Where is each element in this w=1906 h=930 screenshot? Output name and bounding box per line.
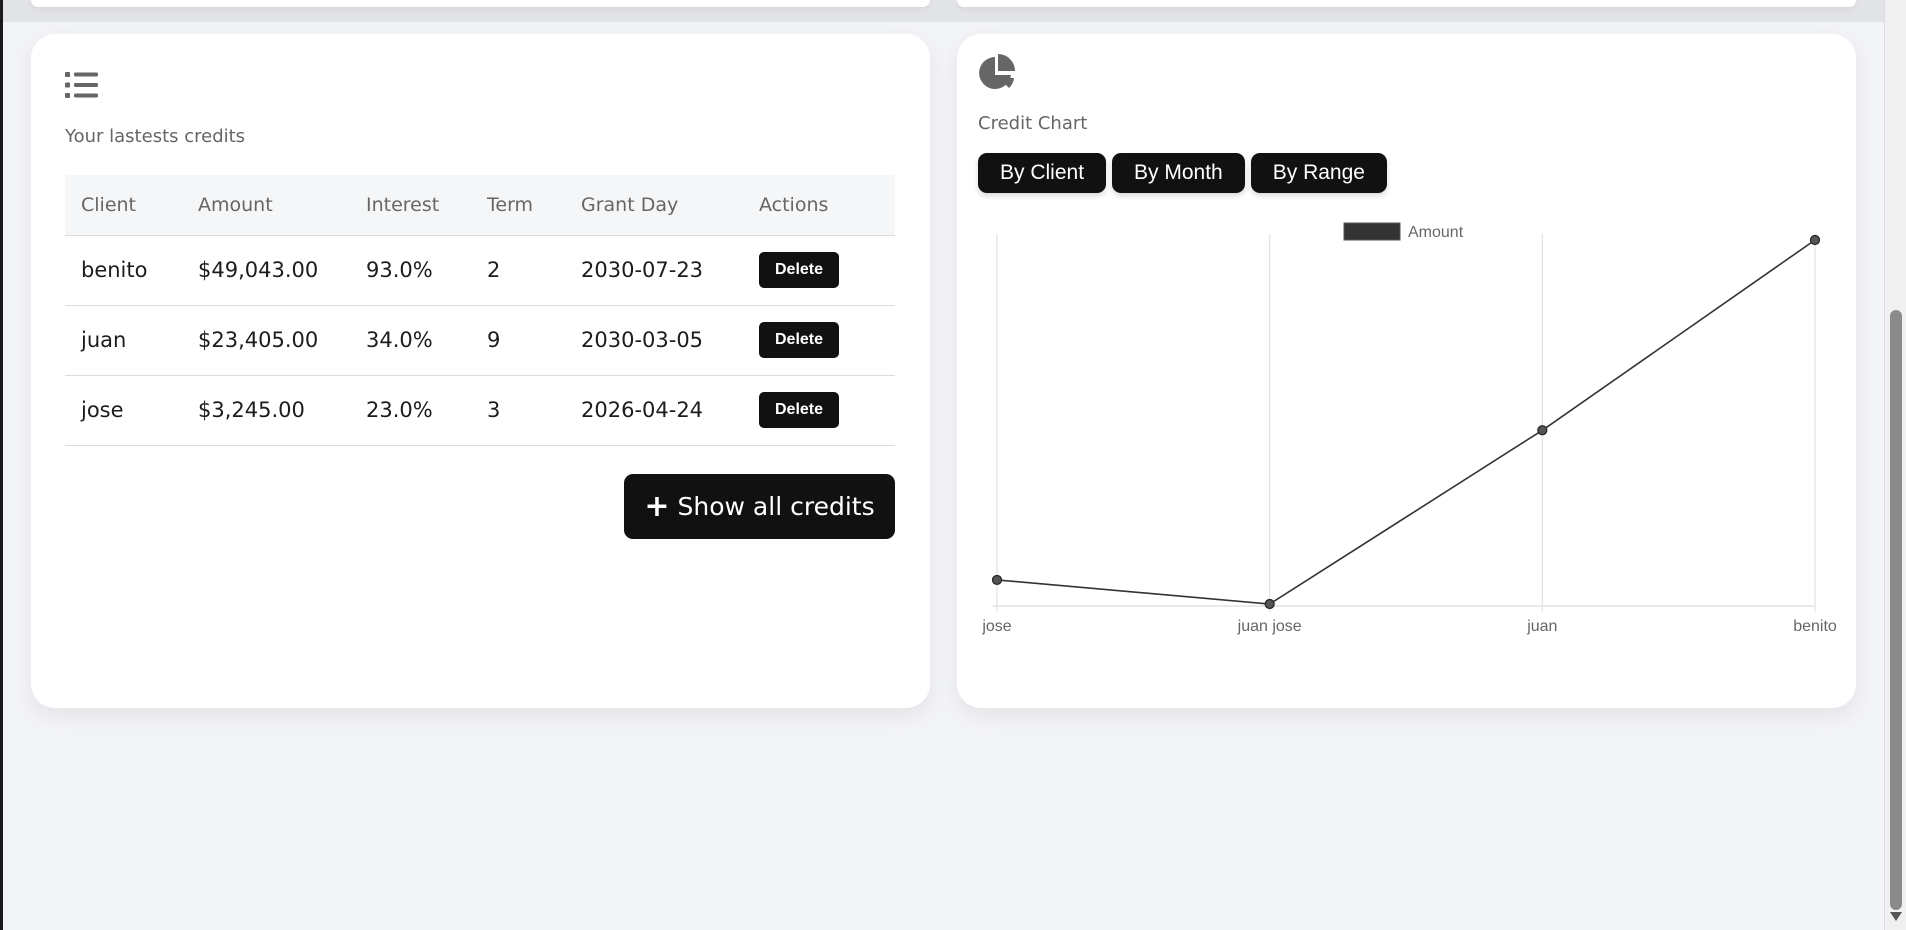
data-point [991,574,1003,586]
column-header-amount: Amount [182,175,350,236]
cell-term: 9 [471,305,565,376]
cell-actions: Delete [743,375,895,446]
data-point [1264,598,1275,610]
by-client-button[interactable]: By Client [978,153,1107,193]
chart-tab-row: By Client By Month By Range [978,153,1387,193]
plus-icon: + [644,489,670,524]
cell-actions: Delete [743,305,895,376]
cell-client: benito [65,235,182,306]
table-row: benito $49,043.00 93.0% 2 2030-07-23 Del… [65,235,895,306]
cell-amount: $3,245.00 [182,375,350,446]
scrollbar[interactable] [1884,0,1906,930]
cell-term: 2 [471,235,565,306]
window-edge [0,0,3,930]
chart-card-title: Credit Chart [978,113,1088,134]
column-header-actions: Actions [743,175,895,236]
x-tick-label: juan [1526,618,1557,635]
show-all-credits-button[interactable]: + Show all credits [624,474,895,539]
pie-chart-icon [979,54,1015,89]
table-row: jose $3,245.00 23.0% 3 2026-04-24 Delete [65,375,895,446]
list-icon [65,72,98,98]
credit-line-chart: Amount jose juan jose juan benito [981,222,1837,635]
x-tick-label: benito [1793,618,1837,635]
by-range-button[interactable]: By Range [1250,153,1387,193]
cell-grant-day: 2030-03-05 [565,305,743,376]
cell-interest: 23.0% [350,375,471,446]
cell-amount: $23,405.00 [182,305,350,376]
previous-card-right-edge [957,0,1856,7]
legend-swatch [1343,222,1401,241]
delete-button[interactable]: Delete [759,392,840,428]
cell-actions: Delete [743,235,895,306]
table-row: juan $23,405.00 34.0% 9 2030-03-05 Delet… [65,305,895,376]
series-line-amount [996,239,1816,605]
credits-card-title: Your lastests credits [65,126,246,147]
scrollbar-thumb[interactable] [1890,310,1902,910]
data-point [1537,425,1548,436]
cell-amount: $49,043.00 [182,235,350,306]
cell-client: juan [65,305,182,376]
data-point [1809,234,1821,246]
credits-table: Client Amount Interest Term Grant Day Ac… [65,175,895,446]
cell-interest: 34.0% [350,305,471,376]
cell-term: 3 [471,375,565,446]
column-header-interest: Interest [350,175,471,236]
x-tick-label: jose [981,618,1011,635]
x-tick-label: juan jose [1237,618,1302,635]
delete-button[interactable]: Delete [759,252,840,288]
previous-card-left-edge [31,0,930,7]
column-header-client: Client [65,175,182,236]
cell-client: jose [65,375,182,446]
cell-interest: 93.0% [350,235,471,306]
legend-label: Amount [1408,224,1464,241]
show-all-credits-label: Show all credits [677,492,875,521]
column-header-grant-day: Grant Day [565,175,743,236]
scroll-down-arrow-icon[interactable] [1890,912,1902,921]
cell-grant-day: 2026-04-24 [565,375,743,446]
credit-chart-card: Credit Chart By Client By Month By Range… [957,34,1856,708]
cell-grant-day: 2030-07-23 [565,235,743,306]
column-header-term: Term [471,175,565,236]
by-month-button[interactable]: By Month [1112,153,1245,193]
table-header-row: Client Amount Interest Term Grant Day Ac… [65,175,895,236]
latest-credits-card: Your lastests credits Client Amount Inte… [31,34,930,708]
delete-button[interactable]: Delete [759,322,840,358]
